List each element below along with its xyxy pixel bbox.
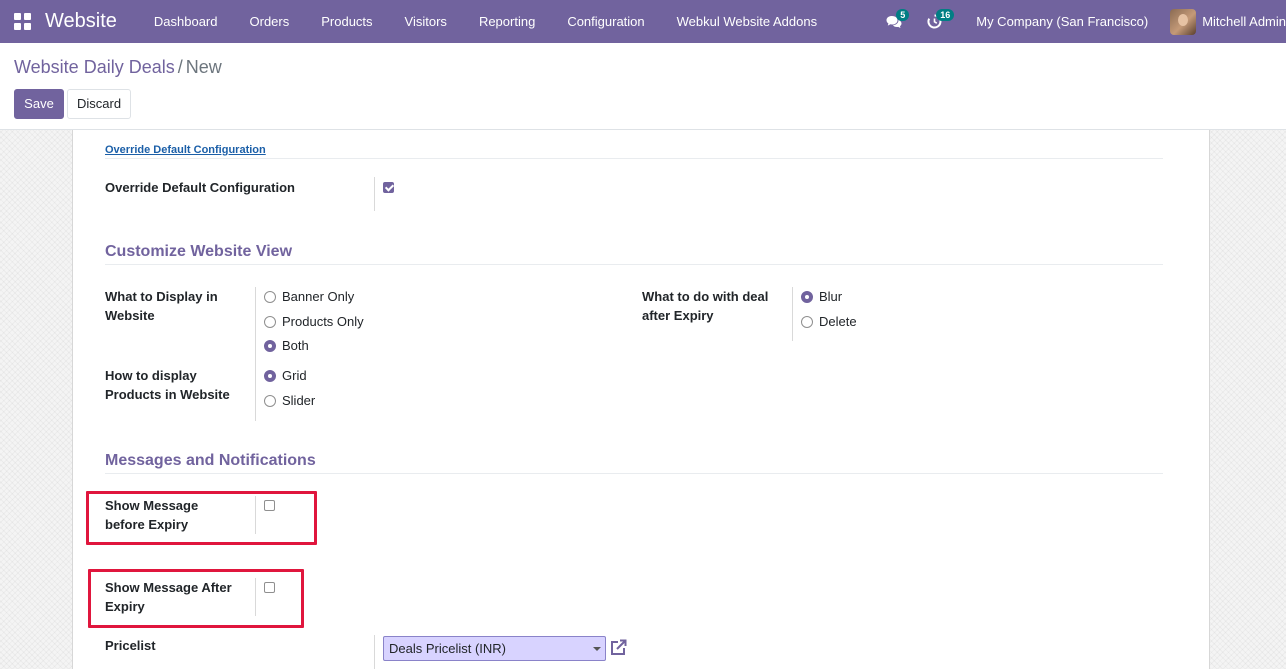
products-label-line2: Products in Website bbox=[105, 387, 230, 402]
pricelist-select[interactable]: Deals Pricelist (INR) bbox=[383, 636, 606, 661]
radio-slider[interactable]: Slider bbox=[264, 393, 315, 408]
radio-label: Slider bbox=[282, 393, 316, 408]
menu-item-reporting[interactable]: Reporting bbox=[463, 0, 551, 43]
radio-button[interactable] bbox=[264, 394, 276, 407]
field-separator bbox=[255, 496, 256, 534]
radio-banner-only[interactable]: Banner Only bbox=[264, 289, 354, 304]
breadcrumb-separator: / bbox=[177, 57, 183, 77]
section-messages-title: Messages and Notifications bbox=[105, 452, 316, 469]
menu-item-configuration[interactable]: Configuration bbox=[551, 0, 660, 43]
override-group-title: Override Default Configuration bbox=[105, 144, 266, 156]
radio-blur[interactable]: Blur bbox=[801, 289, 842, 304]
display-label-line1: What to Display in bbox=[105, 289, 218, 304]
section-customize-title: Customize Website View bbox=[105, 243, 293, 260]
display-label-line2: Website bbox=[105, 308, 155, 323]
after-expiry-field-label: Show Message After Expiry bbox=[105, 578, 232, 616]
before-expiry-field-label: Show Message before Expiry bbox=[105, 496, 198, 534]
radio-label: Blur bbox=[819, 289, 843, 304]
after-expiry-checkbox[interactable] bbox=[264, 582, 275, 593]
user-avatar bbox=[1170, 8, 1197, 35]
pricelist-value: Deals Pricelist (INR) bbox=[389, 641, 507, 656]
apps-menu-icon[interactable] bbox=[0, 0, 44, 43]
radio-button[interactable] bbox=[264, 315, 276, 328]
before-expiry-checkbox[interactable] bbox=[264, 500, 275, 511]
radio-grid[interactable]: Grid bbox=[264, 368, 307, 383]
external-link-icon[interactable] bbox=[608, 638, 628, 658]
breadcrumb: Website Daily Deals / New bbox=[14, 57, 222, 78]
breadcrumb-current: New bbox=[185, 57, 222, 77]
override-label: Override Default Configuration bbox=[105, 180, 295, 195]
radio-delete[interactable]: Delete bbox=[801, 314, 857, 329]
radio-button[interactable] bbox=[264, 290, 276, 303]
company-switcher[interactable]: My Company (San Francisco) bbox=[960, 14, 1164, 29]
user-name: Mitchell Admin bbox=[1202, 14, 1286, 29]
radio-label: Products Only bbox=[282, 314, 364, 329]
products-label-line1: How to display bbox=[105, 368, 197, 383]
expiry-label-line1: What to do with deal bbox=[642, 289, 769, 304]
messages-count-badge: 5 bbox=[896, 9, 910, 21]
after-label-line1: Show Message After bbox=[105, 580, 232, 595]
control-panel: Website Daily Deals / New Save Discard bbox=[0, 43, 1286, 130]
field-separator bbox=[792, 287, 793, 341]
expiry-label-line2: after Expiry bbox=[642, 308, 714, 323]
menu-item-dashboard[interactable]: Dashboard bbox=[138, 0, 234, 43]
field-separator bbox=[255, 578, 256, 616]
field-separator bbox=[255, 287, 256, 421]
menu-item-products[interactable]: Products bbox=[305, 0, 388, 43]
form-sheet: Override Default Configuration Override … bbox=[72, 130, 1210, 669]
radio-button-selected[interactable] bbox=[264, 369, 276, 382]
radio-both[interactable]: Both bbox=[264, 338, 309, 353]
form-view-background: Override Default Configuration Override … bbox=[0, 130, 1286, 669]
caret-down-icon bbox=[593, 647, 601, 651]
menu-item-visitors[interactable]: Visitors bbox=[389, 0, 463, 43]
radio-label: Both bbox=[282, 338, 309, 353]
breadcrumb-parent-link[interactable]: Website Daily Deals bbox=[14, 57, 175, 77]
radio-label: Delete bbox=[819, 314, 857, 329]
app-name[interactable]: Website bbox=[45, 10, 117, 33]
display-field-label: What to Display in Website bbox=[105, 287, 218, 325]
discard-button[interactable]: Discard bbox=[67, 89, 131, 119]
activities-count-badge: 16 bbox=[936, 9, 955, 21]
divider bbox=[105, 264, 1163, 265]
before-label-line1: Show Message bbox=[105, 498, 199, 513]
menu-item-orders[interactable]: Orders bbox=[234, 0, 306, 43]
main-menu: Dashboard Orders Products Visitors Repor… bbox=[138, 0, 833, 43]
radio-label: Grid bbox=[282, 368, 307, 383]
activities-button[interactable]: 16 bbox=[914, 0, 955, 43]
field-separator bbox=[374, 177, 375, 211]
pricelist-label: Pricelist bbox=[105, 638, 156, 653]
radio-products-only[interactable]: Products Only bbox=[264, 314, 364, 329]
save-button[interactable]: Save bbox=[14, 89, 64, 119]
expiry-field-label: What to do with deal after Expiry bbox=[642, 287, 768, 325]
top-navbar: Website Dashboard Orders Products Visito… bbox=[0, 0, 1286, 43]
radio-button[interactable] bbox=[801, 315, 813, 328]
before-label-line2: before Expiry bbox=[105, 517, 189, 532]
radio-label: Banner Only bbox=[282, 289, 355, 304]
user-menu[interactable]: Mitchell Admin bbox=[1170, 8, 1286, 35]
systray: 5 16 My Company (San Francisco) Mitchell… bbox=[874, 0, 1286, 43]
radio-button-selected[interactable] bbox=[264, 339, 276, 352]
messages-button[interactable]: 5 bbox=[874, 0, 914, 43]
products-display-field-label: How to display Products in Website bbox=[105, 366, 230, 404]
field-separator bbox=[374, 635, 375, 669]
after-label-line2: Expiry bbox=[105, 599, 145, 614]
divider bbox=[105, 473, 1163, 474]
divider bbox=[105, 158, 1163, 159]
radio-button-selected[interactable] bbox=[801, 290, 813, 303]
menu-item-webkul-addons[interactable]: Webkul Website Addons bbox=[661, 0, 833, 43]
override-checkbox[interactable] bbox=[383, 182, 394, 193]
